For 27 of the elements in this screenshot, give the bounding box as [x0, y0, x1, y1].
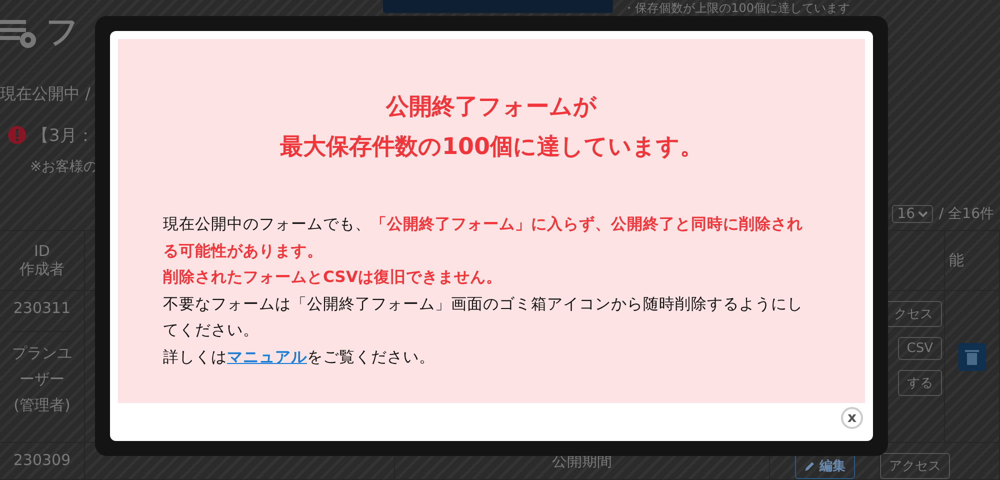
- author-cell: プランユーザー(管理者): [12, 331, 72, 418]
- notice-text: 【3月：: [32, 124, 94, 146]
- message-text: 不要なフォームは「公開終了フォーム」画面のゴミ箱アイコンから随時削除するようにしてください。: [163, 294, 803, 341]
- column-header: 能: [949, 251, 964, 270]
- total-count: / 全16件: [939, 205, 994, 223]
- banner-text: ・保存個数が上限の100個に達しています: [623, 0, 850, 16]
- per-page-select[interactable]: 16: [892, 205, 934, 223]
- page-title: フ: [46, 11, 79, 52]
- breadcrumb: 現在公開中 /: [0, 83, 90, 105]
- trash-icon: [964, 348, 980, 366]
- alert-icon: [8, 126, 26, 144]
- id-cell: 230311: [13, 299, 71, 317]
- access-button[interactable]: アクセス: [880, 453, 950, 479]
- close-button[interactable]: x: [841, 407, 863, 429]
- pencil-icon: [804, 460, 816, 472]
- trash-button[interactable]: [958, 343, 986, 371]
- column-header: ID 作成者: [20, 242, 64, 279]
- action-button[interactable]: CSV: [898, 337, 942, 360]
- action-button[interactable]: する: [898, 370, 942, 396]
- modal-title: 最大保存件数の100個に達しています。: [278, 133, 704, 162]
- modal-title: 公開終了フォームが: [384, 93, 598, 122]
- manual-link[interactable]: マニュアル: [227, 348, 307, 366]
- message-text: 詳しくはマニュアルをご覧ください。: [163, 346, 436, 368]
- message-text: 削除されたフォームとCSVは復旧できません。: [163, 267, 503, 288]
- id-cell: 230309: [13, 451, 71, 469]
- message-text: 現在公開中のフォームでも、「公開終了フォーム」に入らず、公開終了と同時に削除される可能性があります。: [163, 214, 803, 262]
- chevron-icon: [918, 210, 928, 218]
